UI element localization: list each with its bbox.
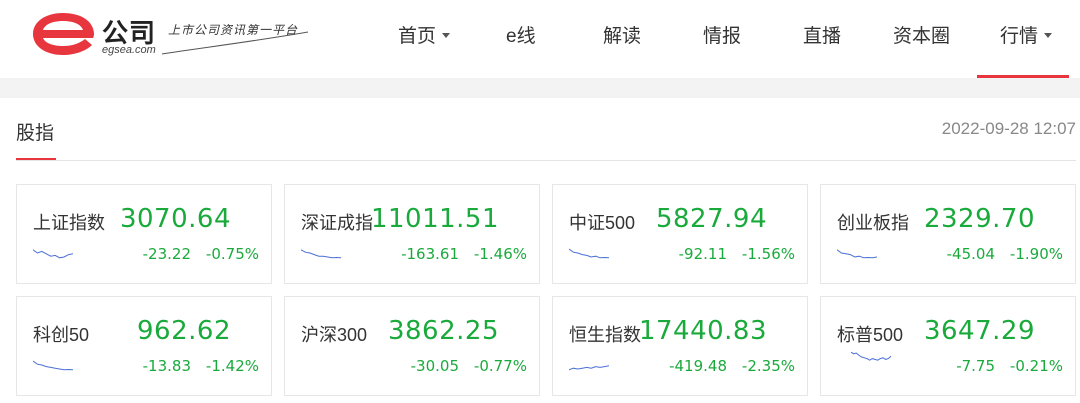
index-change: -419.48 — [669, 357, 727, 375]
index-name: 恒生指数 — [569, 325, 641, 345]
index-card[interactable]: 上证指数 3070.64 -23.22 -0.75% — [16, 184, 272, 284]
index-name: 深证成指 — [301, 213, 373, 233]
index-value: 17440.83 — [638, 316, 767, 346]
sparkline-path — [301, 249, 341, 259]
sparkline — [301, 357, 341, 373]
index-card[interactable]: 标普500 3647.29 -7.75 -0.21% — [820, 296, 1076, 396]
index-value: 11011.51 — [370, 204, 499, 234]
section-title: 股指 — [16, 123, 55, 144]
index-change: -45.04 — [946, 245, 995, 263]
nav-label: 行情 — [1000, 26, 1039, 47]
sparkline-path — [837, 249, 877, 259]
index-value: 3647.29 — [923, 316, 1035, 346]
index-value: 3862.25 — [387, 316, 499, 346]
index-change: -13.83 — [142, 357, 191, 375]
sparkline — [850, 351, 892, 361]
nav-item-eline[interactable]: e线 — [506, 24, 536, 50]
sparkline-path — [569, 248, 609, 259]
sparkline-path — [569, 365, 609, 371]
sparkline — [33, 249, 73, 259]
nav-item-market[interactable]: 行情 — [1000, 24, 1053, 50]
index-value: 5827.94 — [655, 204, 767, 234]
sparkline — [837, 249, 877, 259]
nav-label: 资本圈 — [893, 26, 951, 47]
index-name: 标普500 — [837, 325, 904, 345]
sparkline — [33, 360, 73, 371]
sparkline — [301, 249, 341, 259]
index-name: 科创50 — [33, 325, 90, 345]
index-change-pct: -2.35% — [741, 357, 795, 375]
nav-label: 直播 — [803, 26, 842, 47]
sparkline — [569, 365, 609, 371]
index-name: 创业板指 — [837, 213, 909, 233]
nav-label: 首页 — [398, 26, 437, 47]
nav-item-analysis[interactable]: 解读 — [603, 24, 641, 50]
nav-label: e线 — [506, 26, 536, 47]
update-timestamp: 2022-09-28 12:07 — [941, 119, 1076, 138]
index-name: 上证指数 — [33, 213, 105, 233]
brand-domain: egsea.com — [102, 44, 156, 56]
caret-down-icon — [1044, 32, 1053, 38]
index-change: -92.11 — [678, 245, 727, 263]
caret-down-icon — [442, 32, 451, 38]
sparkline-path — [850, 351, 892, 361]
section-divider — [16, 160, 1076, 161]
nav-label: 解读 — [603, 26, 642, 47]
index-change: -30.05 — [410, 357, 459, 375]
index-change-pct: -1.42% — [205, 357, 259, 375]
nav-item-home[interactable]: 首页 — [398, 24, 451, 50]
index-change-pct: -1.90% — [1009, 245, 1063, 263]
slogan-swoosh-icon — [161, 31, 309, 55]
index-card[interactable]: 创业板指 2329.70 -45.04 -1.90% — [820, 184, 1076, 284]
index-card[interactable]: 中证500 5827.94 -92.11 -1.56% — [552, 184, 808, 284]
index-value: 2329.70 — [923, 204, 1035, 234]
index-change-pct: -1.46% — [473, 245, 527, 263]
index-change-pct: -0.21% — [1009, 357, 1063, 375]
section-title-underline — [16, 158, 56, 160]
index-card[interactable]: 深证成指 11011.51 -163.61 -1.46% — [284, 184, 540, 284]
index-name: 中证500 — [569, 213, 636, 233]
e-logo-icon — [33, 13, 94, 55]
index-name: 沪深300 — [301, 325, 368, 345]
index-card[interactable]: 沪深300 3862.25 -30.05 -0.77% — [284, 296, 540, 396]
index-card[interactable]: 恒生指数 17440.83 -419.48 -2.35% — [552, 296, 808, 396]
header-separator — [0, 78, 1080, 98]
index-change-pct: -0.75% — [205, 245, 259, 263]
index-value: 3070.64 — [119, 204, 231, 234]
sparkline-path — [33, 249, 73, 259]
site-header: 公司 egsea.com 上市公司资讯第一平台 首页 e线 解读 情报 直播 资… — [0, 0, 1080, 78]
nav-item-live[interactable]: 直播 — [803, 24, 841, 50]
index-change: -163.61 — [401, 245, 459, 263]
sparkline-path — [33, 360, 73, 371]
nav-item-capital[interactable]: 资本圈 — [893, 24, 950, 50]
index-change: -7.75 — [956, 357, 995, 375]
index-value: 962.62 — [137, 316, 231, 346]
sparkline — [569, 248, 609, 259]
nav-label: 情报 — [703, 26, 742, 47]
index-change: -23.22 — [142, 245, 191, 263]
index-card[interactable]: 科创50 962.62 -13.83 -1.42% — [16, 296, 272, 396]
index-change-pct: -0.77% — [473, 357, 527, 375]
index-change-pct: -1.56% — [741, 245, 795, 263]
egsea-logo[interactable]: 公司 egsea.com 上市公司资讯第一平台 — [30, 10, 310, 60]
nav-item-intel[interactable]: 情报 — [703, 24, 741, 50]
